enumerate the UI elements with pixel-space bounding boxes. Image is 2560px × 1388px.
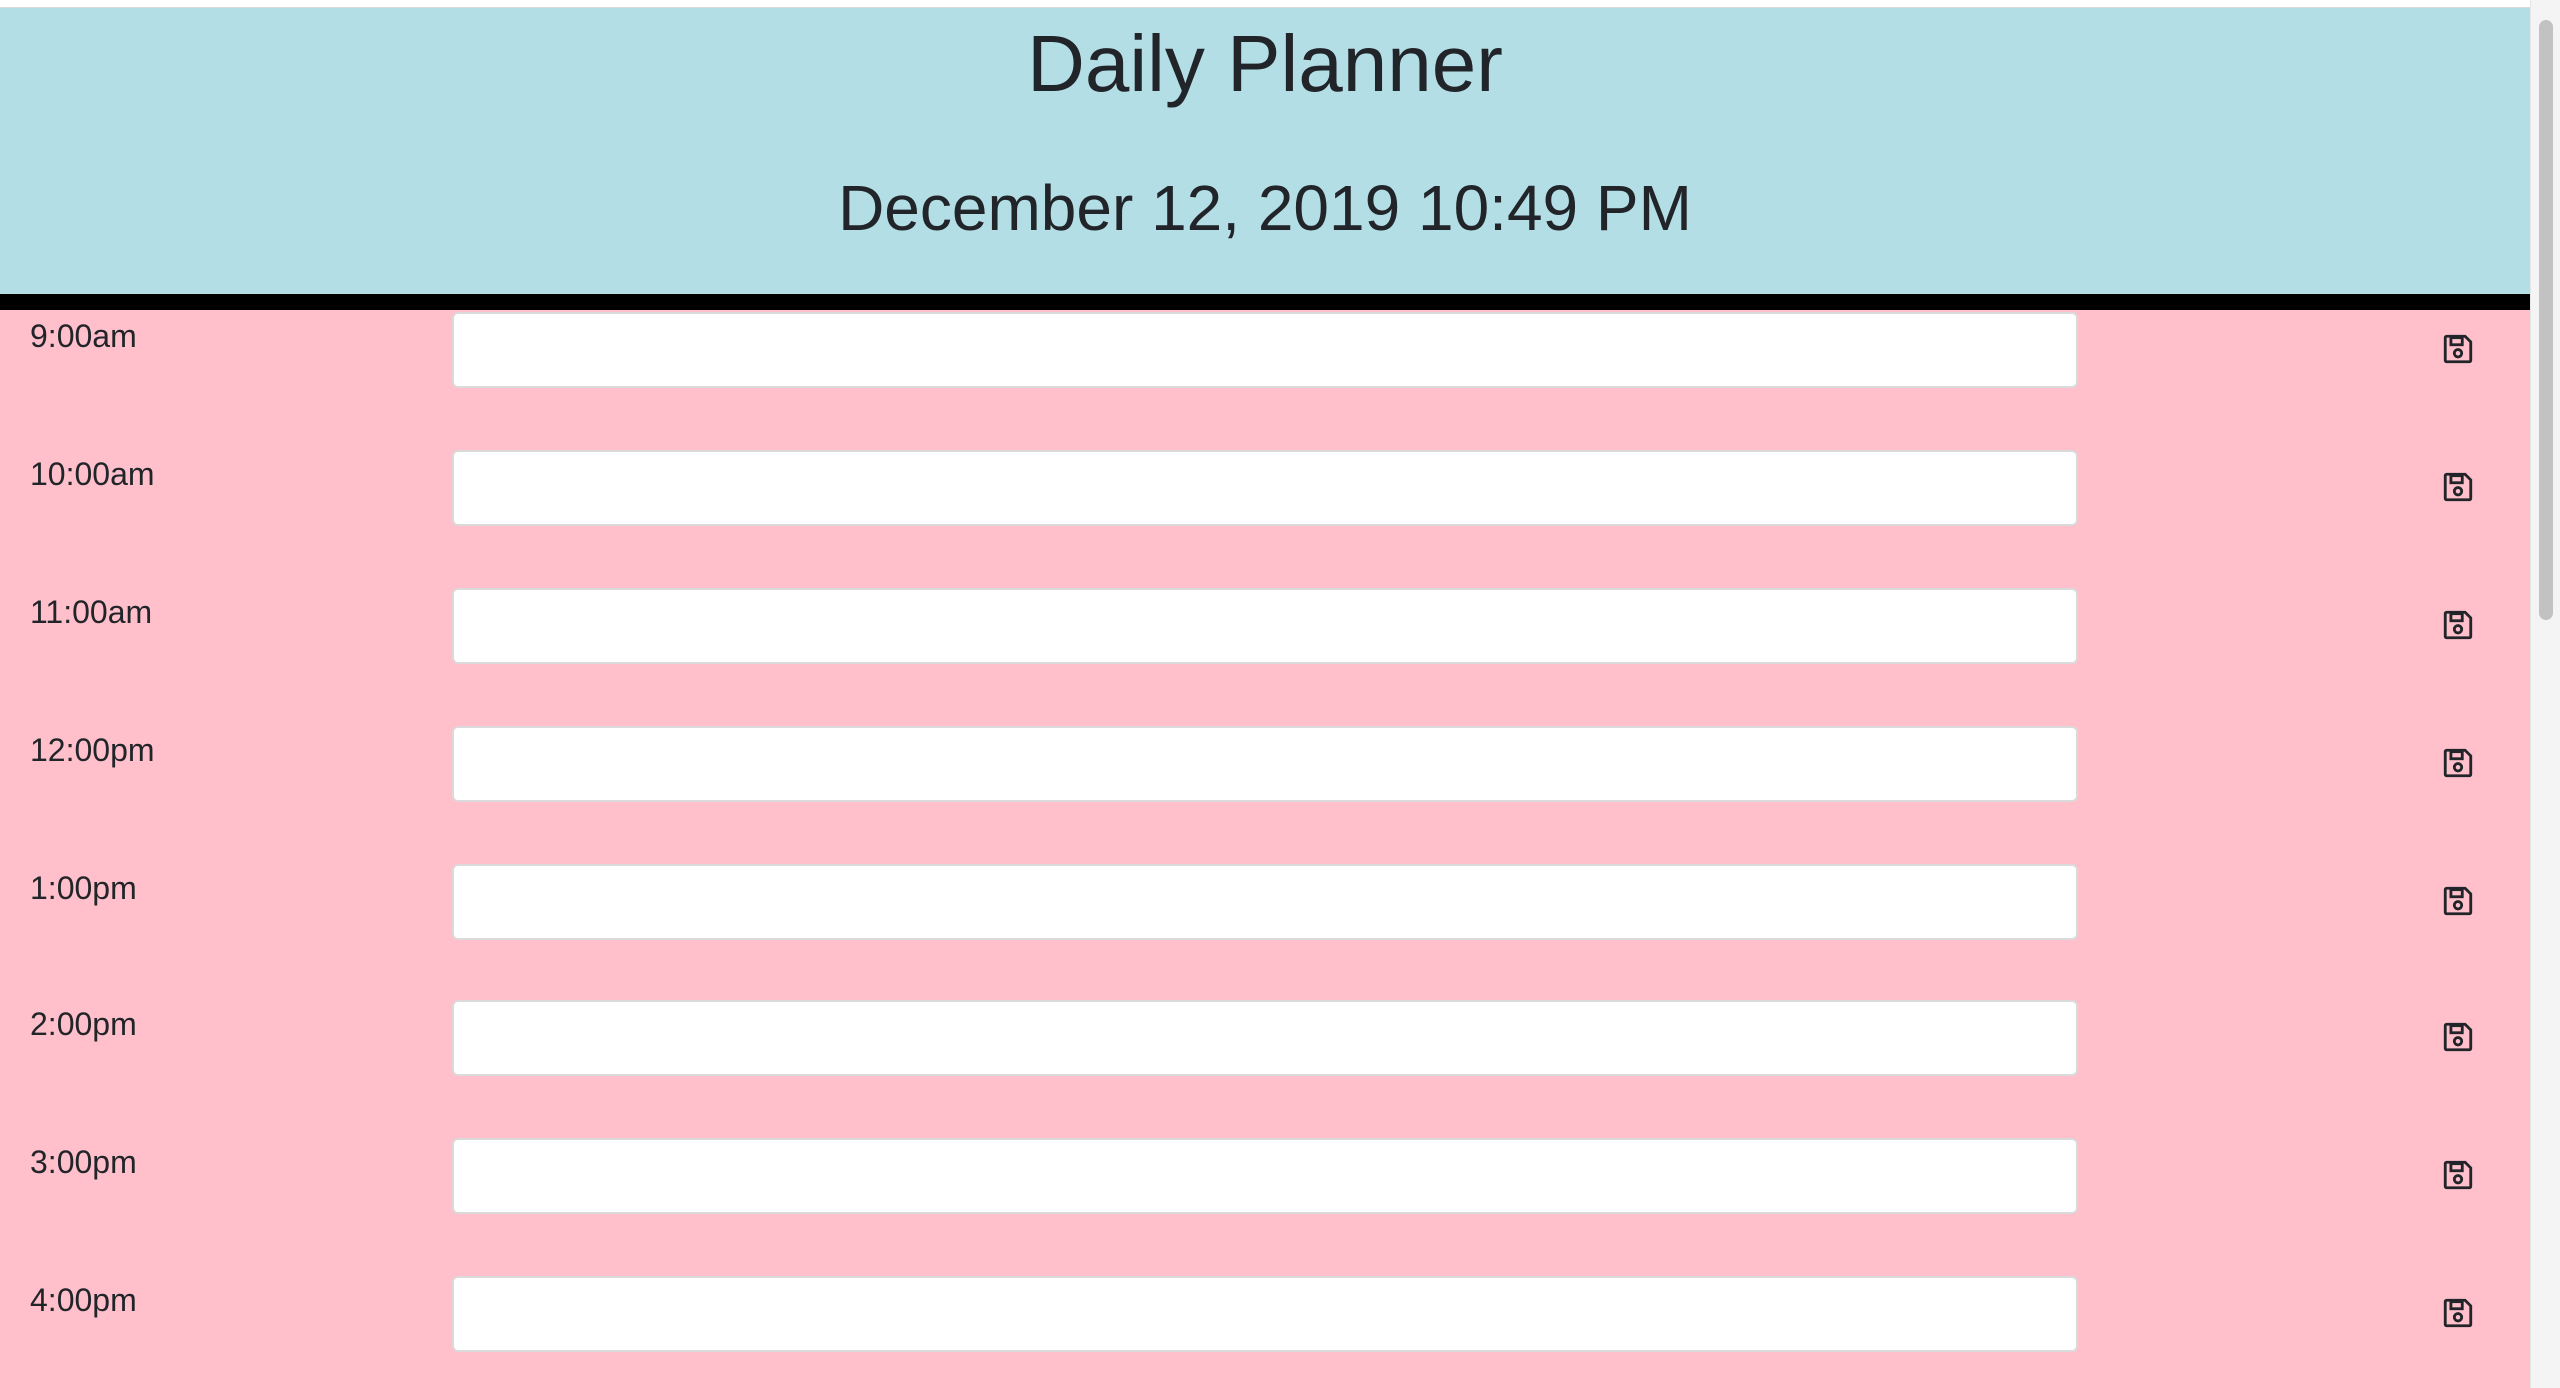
header-divider bbox=[0, 294, 2530, 310]
time-block-row: 3:00pm bbox=[0, 1136, 2530, 1274]
hour-label: 2:00pm bbox=[30, 1006, 137, 1042]
hour-label: 12:00pm bbox=[30, 732, 155, 768]
floppy-disk-icon bbox=[2441, 746, 2475, 783]
floppy-disk-icon bbox=[2441, 1158, 2475, 1195]
time-block-row: 11:00am bbox=[0, 586, 2530, 724]
floppy-disk-icon bbox=[2441, 470, 2475, 507]
hour-label: 3:00pm bbox=[30, 1144, 137, 1180]
schedule: 9:00am 10:00am 11:00am 12:00pm 1:00pm 2:… bbox=[0, 310, 2530, 1388]
hour-label: 4:00pm bbox=[30, 1282, 137, 1318]
time-block-row: 4:00pm bbox=[0, 1274, 2530, 1388]
floppy-disk-icon bbox=[2441, 1020, 2475, 1057]
task-input[interactable] bbox=[452, 1000, 2078, 1076]
task-input[interactable] bbox=[452, 450, 2078, 526]
floppy-disk-icon bbox=[2441, 884, 2475, 921]
hour-label: 11:00am bbox=[30, 594, 153, 630]
save-button[interactable] bbox=[2430, 876, 2486, 928]
save-button[interactable] bbox=[2430, 1150, 2486, 1202]
top-border bbox=[0, 0, 2530, 8]
page-title: Daily Planner bbox=[1027, 19, 1503, 108]
save-button[interactable] bbox=[2430, 738, 2486, 790]
time-block-row: 10:00am bbox=[0, 448, 2530, 586]
save-button[interactable] bbox=[2430, 600, 2486, 652]
page-header: Daily Planner December 12, 2019 10:49 PM bbox=[0, 8, 2530, 294]
vertical-scrollbar[interactable] bbox=[2530, 0, 2560, 1388]
time-block-row: 12:00pm bbox=[0, 724, 2530, 862]
hour-label: 1:00pm bbox=[30, 870, 137, 906]
task-input[interactable] bbox=[452, 1276, 2078, 1352]
save-button[interactable] bbox=[2430, 462, 2486, 514]
task-input[interactable] bbox=[452, 1138, 2078, 1214]
floppy-disk-icon bbox=[2441, 332, 2475, 369]
task-input[interactable] bbox=[452, 726, 2078, 802]
save-button[interactable] bbox=[2430, 1012, 2486, 1064]
floppy-disk-icon bbox=[2441, 1296, 2475, 1333]
planner-page: Daily Planner December 12, 2019 10:49 PM… bbox=[0, 0, 2530, 1388]
task-input[interactable] bbox=[452, 588, 2078, 664]
task-input[interactable] bbox=[452, 864, 2078, 940]
save-button[interactable] bbox=[2430, 1288, 2486, 1340]
hour-label: 9:00am bbox=[30, 318, 137, 354]
save-button[interactable] bbox=[2430, 324, 2486, 376]
time-block-row: 1:00pm bbox=[0, 862, 2530, 1000]
current-datetime: December 12, 2019 10:49 PM bbox=[838, 172, 1692, 244]
hour-label: 10:00am bbox=[30, 456, 155, 492]
time-block-row: 2:00pm bbox=[0, 998, 2530, 1136]
time-block-row: 9:00am bbox=[0, 310, 2530, 448]
scrollbar-thumb[interactable] bbox=[2539, 20, 2553, 620]
task-input[interactable] bbox=[452, 312, 2078, 388]
floppy-disk-icon bbox=[2441, 608, 2475, 645]
